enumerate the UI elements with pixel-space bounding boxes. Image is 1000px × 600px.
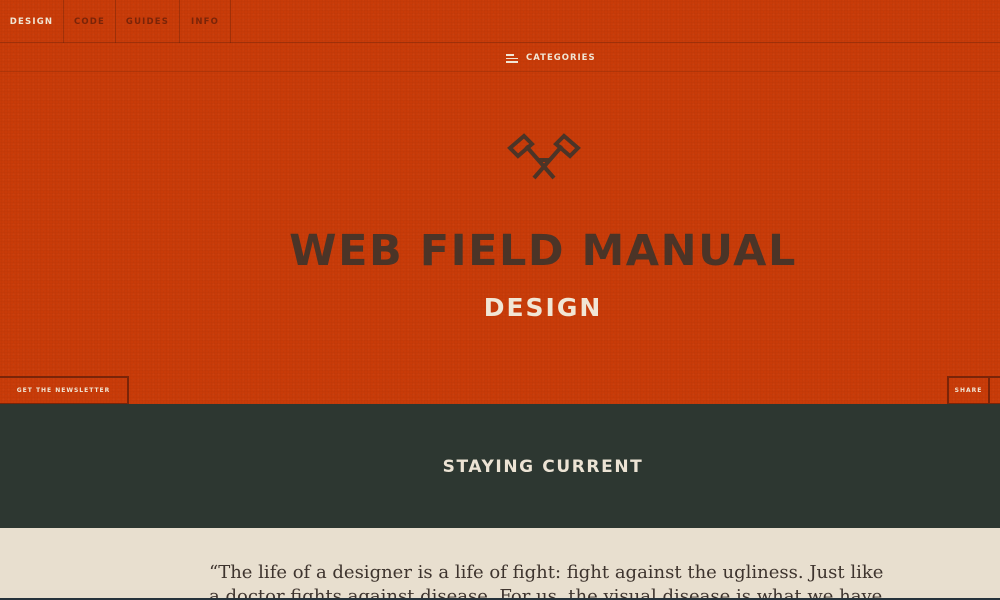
nav-tab-guides[interactable]: GUIDES [116, 0, 180, 43]
hero-header: DESIGN CODE GUIDES INFO CATEGORIES WEB F… [0, 0, 1000, 405]
nav-tab-info[interactable]: INFO [180, 0, 231, 43]
crossed-axes-icon [506, 130, 582, 184]
section-title: DESIGN [483, 292, 603, 322]
nav-tabs: DESIGN CODE GUIDES INFO [0, 0, 231, 43]
quote-text: “The life of a designer is a life of fig… [209, 562, 884, 600]
section-heading: STAYING CURRENT [442, 457, 644, 477]
nav-tab-code[interactable]: CODE [64, 0, 116, 43]
newsletter-button[interactable]: GET THE NEWSLETTER [0, 376, 129, 405]
top-nav: DESIGN CODE GUIDES INFO [0, 0, 1000, 43]
categories-button[interactable]: CATEGORIES [506, 51, 596, 65]
nav-tab-design[interactable]: DESIGN [0, 0, 64, 43]
section-band: STAYING CURRENT [0, 404, 1000, 538]
categories-bar: CATEGORIES [0, 43, 1000, 72]
site-title: WEB FIELD MANUAL [289, 225, 797, 276]
share-extra-button[interactable] [988, 376, 1000, 405]
page: DESIGN CODE GUIDES INFO CATEGORIES WEB F… [0, 0, 1000, 600]
menu-icon [506, 53, 518, 63]
share-button[interactable]: SHARE [947, 376, 990, 405]
quote-section: “The life of a designer is a life of fig… [0, 528, 1000, 600]
categories-label: CATEGORIES [526, 53, 596, 63]
